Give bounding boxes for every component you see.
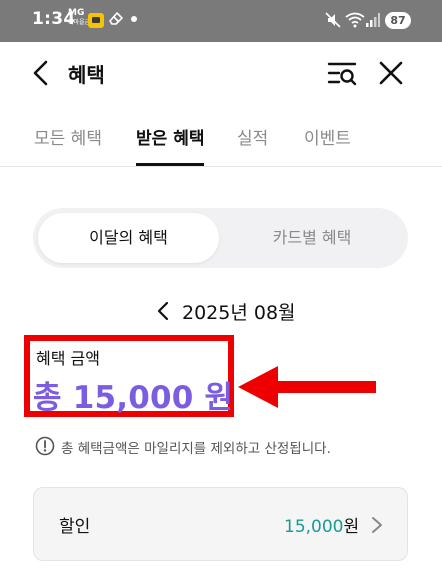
notice-text: 총 혜택금액은 마일리지를 제외하고 산정됩니다. <box>61 441 331 457</box>
discount-value-unit: 원 <box>343 517 360 537</box>
discount-value: 15,000원 <box>284 512 359 537</box>
segment-this-month[interactable]: 이달의 혜택 <box>38 213 219 263</box>
tab-performance[interactable]: 실적 <box>237 124 268 149</box>
wifi-icon <box>345 12 365 28</box>
discount-label: 할인 <box>59 517 91 537</box>
benefit-total-amount: 총 15,000 원 <box>33 380 234 416</box>
page-title: 혜택 <box>68 63 105 87</box>
benefit-segmented-control: 이달의 혜택 카드별 혜택 <box>33 208 408 268</box>
chevron-left-icon[interactable] <box>154 300 172 322</box>
signal-icon <box>366 13 380 27</box>
app-badge-icon <box>88 13 104 28</box>
search-filter-icon[interactable] <box>327 59 357 87</box>
info-icon <box>35 436 55 456</box>
mute-icon <box>325 12 341 28</box>
app-header <box>0 42 442 102</box>
red-arrow-annotation <box>238 366 376 408</box>
tab-all-benefits[interactable]: 모든 혜택 <box>34 124 102 149</box>
carrier-mark-text: MG <box>68 8 85 18</box>
month-label: 2025년 08월 <box>182 302 296 324</box>
dot-icon <box>131 16 137 22</box>
status-bar: 1:34 MG 새마을금고 87 <box>0 0 442 42</box>
discount-value-number: 15,000 <box>284 517 344 537</box>
back-arrow-icon[interactable] <box>30 60 54 86</box>
benefit-amount-label: 혜택 금액 <box>36 349 100 368</box>
tab-received-benefits[interactable]: 받은 혜택 <box>136 124 204 149</box>
chevron-right-icon[interactable] <box>370 515 384 535</box>
segment-by-card[interactable]: 카드별 혜택 <box>221 213 403 263</box>
active-tab-indicator <box>136 163 204 166</box>
tab-bar: 모든 혜택 받은 혜택 실적 이벤트 <box>0 110 442 167</box>
tab-events[interactable]: 이벤트 <box>304 124 351 149</box>
eraser-icon <box>109 12 123 25</box>
close-icon[interactable] <box>378 60 404 86</box>
battery-icon: 87 <box>385 12 411 29</box>
